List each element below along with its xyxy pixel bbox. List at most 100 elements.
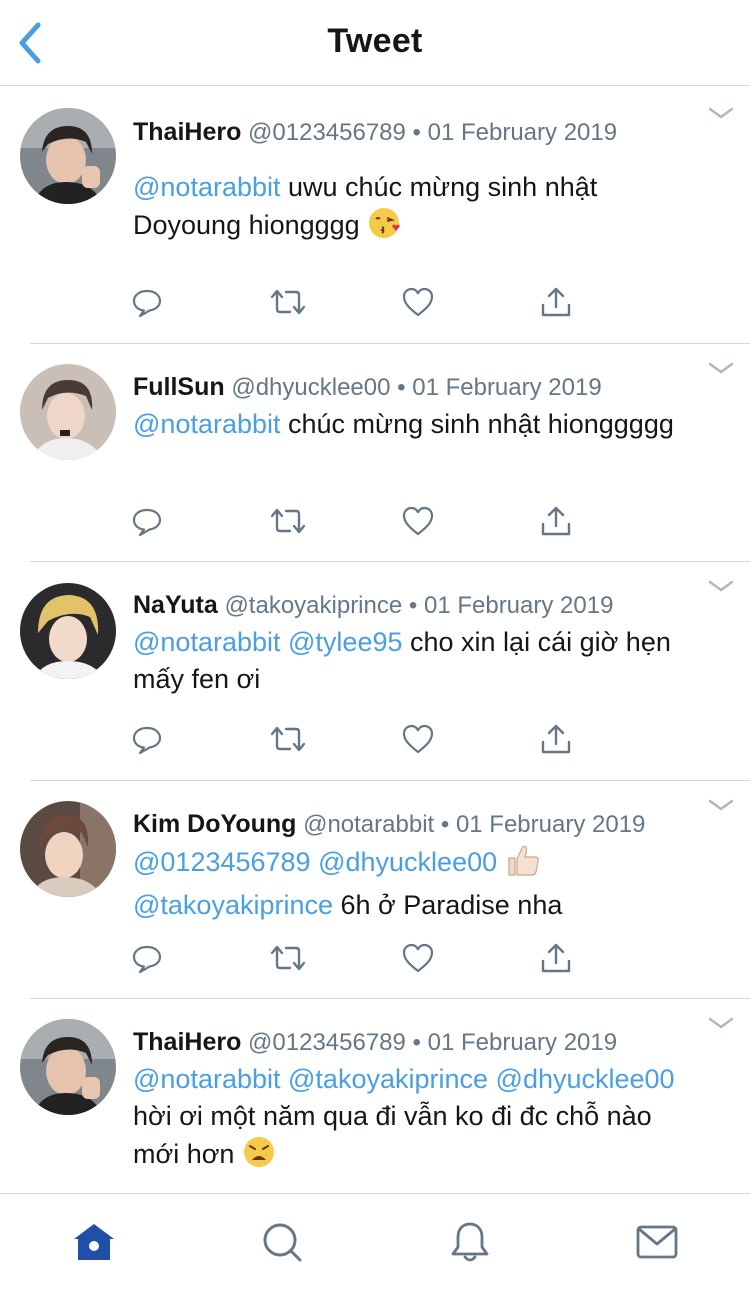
share-icon — [541, 287, 571, 317]
home-icon — [74, 1224, 114, 1260]
mention-link[interactable]: @notarabbit — [133, 627, 281, 657]
reply-button[interactable] — [127, 938, 167, 978]
share-icon — [541, 724, 571, 754]
tweet-text: @notarabbit chúc mừng sinh nhật hiongggg… — [133, 406, 690, 443]
retweet-button[interactable] — [268, 938, 308, 978]
search-icon — [263, 1223, 302, 1262]
tweet-item[interactable]: FullSun @dhyucklee00 • 01 February 2019 … — [0, 344, 750, 562]
like-button[interactable] — [398, 719, 438, 759]
reply-button[interactable] — [127, 282, 167, 322]
mention-link[interactable]: @tylee95 — [288, 627, 402, 657]
retweet-button[interactable] — [268, 282, 308, 322]
tweet-actions — [0, 938, 750, 978]
tweet-text-segment — [488, 1064, 496, 1094]
tweet-options-button[interactable] — [706, 576, 736, 596]
chevron-down-icon — [708, 362, 734, 374]
retweet-button[interactable] — [268, 501, 308, 541]
bell-icon — [451, 1222, 489, 1262]
author-name[interactable]: FullSun — [133, 373, 225, 401]
share-icon — [541, 943, 571, 973]
avatar[interactable] — [20, 1019, 116, 1115]
author-name[interactable]: ThaiHero — [133, 118, 241, 146]
tweet-feed[interactable]: ThaiHero @0123456789 • 01 February 2019 … — [0, 87, 750, 1193]
meta-separator: • — [412, 119, 421, 146]
tweet-date: 01 February 2019 — [427, 119, 618, 146]
tweet-actions — [0, 719, 750, 759]
tweet-options-button[interactable] — [706, 358, 736, 378]
tweet-text-segment: 6h ở Paradise nha — [333, 890, 563, 920]
reply-button[interactable] — [127, 719, 167, 759]
tweet-actions — [0, 282, 750, 322]
share-button[interactable] — [536, 938, 576, 978]
mention-link[interactable]: @notarabbit — [133, 172, 281, 202]
mention-link[interactable]: @dhyucklee00 — [318, 847, 497, 877]
retweet-icon — [270, 508, 306, 534]
share-button[interactable] — [536, 719, 576, 759]
chevron-down-icon — [708, 580, 734, 592]
author-handle[interactable]: @0123456789 — [248, 119, 406, 146]
avatar[interactable] — [20, 583, 116, 679]
mention-link[interactable]: @notarabbit — [133, 409, 281, 439]
mention-link[interactable]: @0123456789 — [133, 847, 311, 877]
tweet-date: 01 February 2019 — [427, 1029, 618, 1056]
share-icon — [541, 506, 571, 536]
tweet-options-button[interactable] — [706, 795, 736, 815]
avatar[interactable] — [20, 108, 116, 204]
mention-link[interactable]: @dhyucklee00 — [496, 1064, 675, 1094]
page-title: Tweet — [327, 22, 423, 60]
mention-link[interactable]: @takoyakiprince — [133, 890, 333, 920]
author-handle[interactable]: @takoyakiprince — [224, 592, 402, 619]
reply-icon — [132, 508, 162, 537]
author-name[interactable]: NaYuta — [133, 591, 218, 619]
reply-button[interactable] — [127, 501, 167, 541]
mail-icon — [636, 1225, 678, 1259]
tweet-date: 01 February 2019 — [455, 811, 646, 838]
author-handle[interactable]: @0123456789 — [248, 1029, 406, 1056]
like-button[interactable] — [398, 282, 438, 322]
retweet-button[interactable] — [268, 719, 308, 759]
meta-separator: • — [412, 1029, 421, 1056]
like-button[interactable] — [398, 501, 438, 541]
kissing-face-emoji — [367, 206, 401, 250]
thumbs-up-emoji — [505, 843, 541, 887]
tab-home[interactable] — [70, 1218, 118, 1266]
meta-separator: • — [408, 592, 418, 619]
tweet-header: ThaiHero @0123456789 • 01 February 2019 — [133, 1026, 680, 1059]
share-button[interactable] — [536, 282, 576, 322]
tweet-item[interactable]: NaYuta @takoyakiprince • 01 February 201… — [0, 562, 750, 781]
tab-notifications[interactable] — [446, 1218, 494, 1266]
mention-link[interactable]: @takoyakiprince — [288, 1064, 488, 1094]
tweet-options-button[interactable] — [706, 1013, 736, 1033]
heart-icon — [402, 287, 434, 317]
tab-search[interactable] — [258, 1218, 306, 1266]
reply-icon — [132, 289, 162, 318]
author-name[interactable]: Kim DoYoung — [133, 810, 296, 838]
like-button[interactable] — [398, 938, 438, 978]
tweet-item[interactable]: ThaiHero @0123456789 • 01 February 2019 … — [0, 999, 750, 1193]
author-name[interactable]: ThaiHero — [133, 1028, 241, 1056]
author-handle[interactable]: @notarabbit — [303, 811, 434, 838]
tweet-text-segment — [497, 847, 505, 877]
tab-messages[interactable] — [633, 1218, 681, 1266]
tweet-item[interactable]: ThaiHero @0123456789 • 01 February 2019 … — [0, 87, 750, 344]
author-handle[interactable]: @dhyucklee00 — [231, 374, 390, 401]
tweet-text: @notarabbit @takoyakiprince @dhyucklee00… — [133, 1061, 690, 1179]
tweet-header: ThaiHero @0123456789 • 01 February 2019 — [133, 116, 680, 149]
reply-icon — [132, 945, 162, 974]
tweet-options-button[interactable] — [706, 103, 736, 123]
avatar[interactable] — [20, 364, 116, 460]
tweet-item[interactable]: Kim DoYoung @notarabbit • 01 February 20… — [0, 781, 750, 999]
tweet-text-segment — [281, 1064, 289, 1094]
avatar[interactable] — [20, 801, 116, 897]
heart-icon — [402, 724, 434, 754]
share-button[interactable] — [536, 501, 576, 541]
chevron-down-icon — [708, 107, 734, 119]
tweet-date: 01 February 2019 — [423, 592, 614, 619]
retweet-icon — [270, 945, 306, 971]
mention-link[interactable]: @notarabbit — [133, 1064, 281, 1094]
tweet-header: Kim DoYoung @notarabbit • 01 February 20… — [133, 808, 680, 841]
tweet-text-segment: chúc mừng sinh nhật hionggggg — [280, 409, 674, 439]
retweet-icon — [270, 289, 306, 315]
top-bar: Tweet — [0, 0, 750, 86]
heart-icon — [402, 506, 434, 536]
